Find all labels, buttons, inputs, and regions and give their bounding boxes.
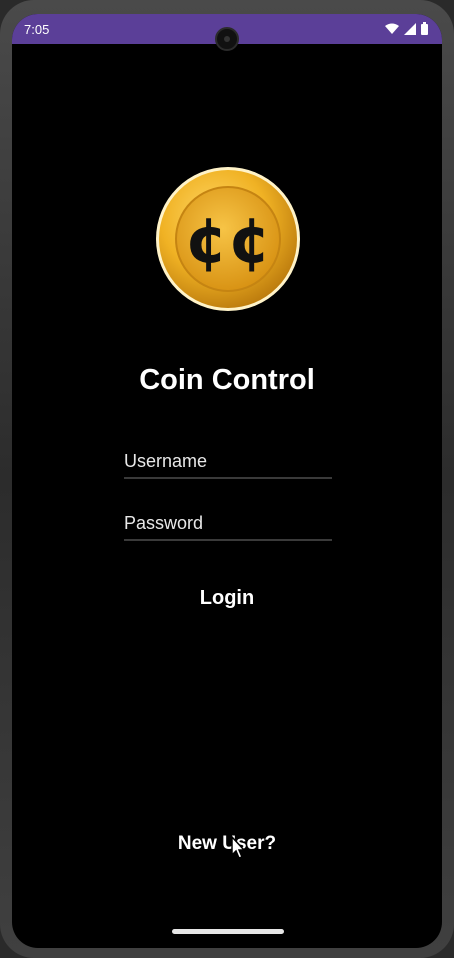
username-input[interactable] xyxy=(124,447,332,475)
coin-logo-icon: ¢¢ xyxy=(156,167,300,311)
password-field xyxy=(124,509,332,541)
mouse-cursor-icon xyxy=(231,836,246,859)
front-camera xyxy=(215,27,239,51)
wifi-icon xyxy=(385,23,399,34)
password-input[interactable] xyxy=(124,509,332,537)
app-screen: 7:05 ¢¢ Coin Control Username Login New … xyxy=(12,14,442,948)
phone-frame: 7:05 ¢¢ Coin Control Username Login New … xyxy=(0,0,454,958)
app-title: Coin Control xyxy=(139,364,315,396)
home-indicator[interactable] xyxy=(172,929,284,934)
coin-logo-symbol: ¢¢ xyxy=(185,204,271,277)
battery-icon xyxy=(421,22,428,35)
new-user-button[interactable]: New User? xyxy=(12,833,442,855)
status-time: 7:05 xyxy=(24,22,50,37)
status-icons xyxy=(385,22,428,35)
username-field xyxy=(124,447,332,479)
cellular-signal-icon xyxy=(404,22,416,35)
login-button[interactable]: Login xyxy=(12,587,442,610)
